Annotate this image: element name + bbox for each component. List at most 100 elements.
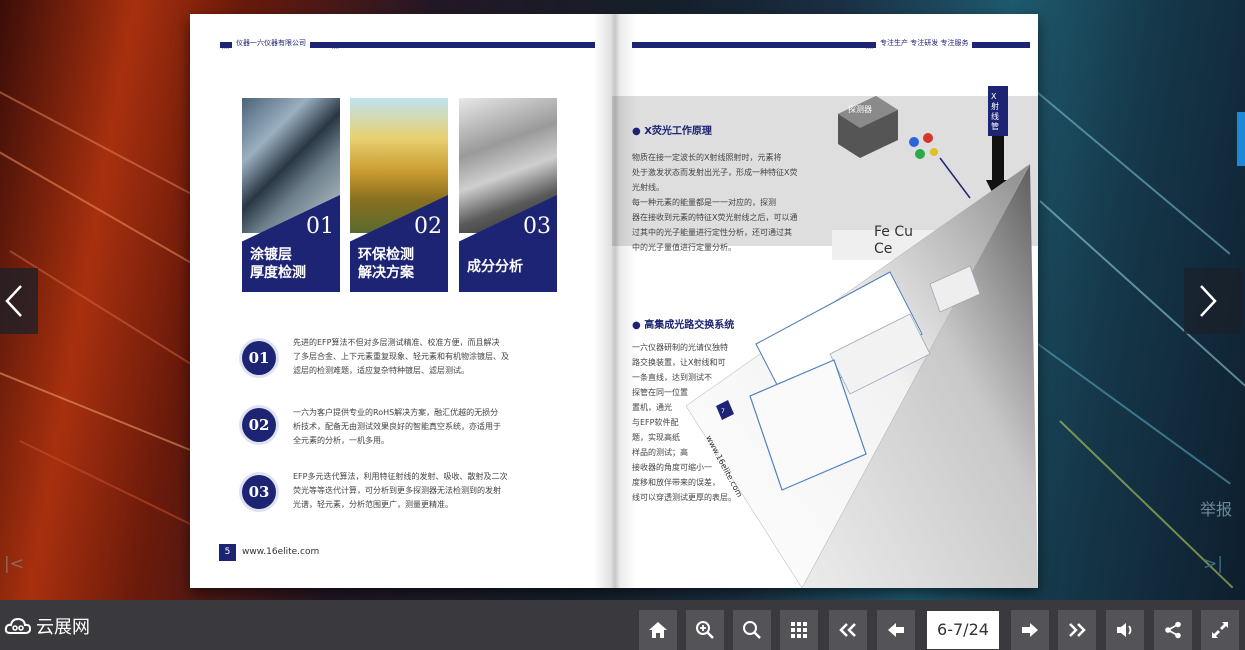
header-slash: \\\\ bbox=[330, 41, 339, 50]
thumbnails-button[interactable] bbox=[780, 610, 818, 650]
paragraph-line: 安全。 bbox=[872, 508, 896, 517]
page-indicator-input[interactable]: 6-7/24 bbox=[927, 611, 999, 649]
paragraph-line: 析样品，及 bbox=[982, 309, 1022, 318]
paragraph-line: 样品的测试；高 bbox=[632, 448, 688, 457]
paragraph-line: 度移和放伴带来的误差， bbox=[632, 478, 720, 487]
header-slash: \\\\ bbox=[864, 41, 873, 50]
step-line: 一六为客户提供专业的RoHS解决方案，融汇优越的无损分 bbox=[293, 408, 499, 417]
left-page: \\\\ 仪器一六仪器有限公司 \\\\ 01 涂镀层厚度检测 02 环保检测解… bbox=[190, 14, 612, 588]
next-page-button[interactable] bbox=[1011, 610, 1049, 650]
paragraph-line: 器在接收到元素的特征X荧光射线之后，可以通 bbox=[632, 213, 798, 222]
arrow-left-icon bbox=[888, 623, 904, 637]
step-line: 了多层合金、上下元素重复现象、轻元素和有机物涂镀层、及 bbox=[293, 352, 509, 361]
arrow-right-icon bbox=[1022, 623, 1038, 637]
prev-page-side-button[interactable] bbox=[0, 268, 38, 334]
step-line: 析技术，配备无由测试效果良好的智能真空系统，亦适用于 bbox=[293, 422, 501, 431]
tile-caption-line: 环保检测 bbox=[358, 247, 414, 263]
header-slogan: 专注生产 专注研发 专注服务 bbox=[876, 38, 973, 48]
zoom-in-button[interactable] bbox=[686, 610, 724, 650]
detector-label: 探测器 bbox=[848, 105, 872, 114]
tube-label: X射线管 bbox=[991, 92, 999, 131]
paragraph-line: 每一种元素的能量都是一一对应的，探测 bbox=[632, 198, 776, 207]
double-right-icon bbox=[1069, 623, 1086, 637]
paragraph-line: 中的丹压部分内置于射线装置 bbox=[872, 463, 976, 472]
step-line: 荧光等等迭代计算，可分析到更多探测器无法检测到的发射 bbox=[293, 486, 501, 495]
home-icon bbox=[649, 622, 667, 638]
paragraph-line: 探管在同一位置 bbox=[632, 388, 688, 397]
next-page-side-button[interactable] bbox=[1184, 268, 1242, 334]
first-page-button[interactable] bbox=[829, 610, 867, 650]
step-badge: 03 bbox=[242, 475, 276, 509]
element-label: Fe Cu bbox=[874, 224, 913, 240]
step-line: 滤层的检测难题，适应复杂特种镀层、滤层测试。 bbox=[293, 366, 469, 375]
paragraph-line: 线管及 bbox=[982, 279, 1006, 288]
brand-name: 云展网 bbox=[36, 617, 90, 638]
section-paragraph: 一六仪器研制的光请仪独特 路交换装置，让X射线和可 一条直线，达到测试不 探管在… bbox=[632, 340, 782, 505]
flipbook[interactable]: \\\\ 仪器一六仪器有限公司 \\\\ 01 涂镀层厚度检测 02 环保检测解… bbox=[190, 14, 1038, 588]
table-cell: 0.04 bbox=[988, 393, 1006, 402]
last-page-mini-button[interactable]: >| bbox=[1203, 554, 1223, 574]
page-number: 5 bbox=[219, 544, 236, 561]
step-badge: 02 bbox=[242, 408, 276, 442]
feature-tile-3: 03 成分分析 bbox=[459, 98, 557, 292]
speaker-icon bbox=[1117, 623, 1132, 637]
last-page-button[interactable] bbox=[1058, 610, 1096, 650]
search-icon bbox=[743, 621, 761, 639]
tile-caption-line: 涂镀层 bbox=[250, 247, 292, 263]
tile-caption-line: 厚度检测 bbox=[250, 265, 306, 281]
paragraph-line: 置机，通光 bbox=[632, 403, 672, 412]
side-panel-tab[interactable] bbox=[1237, 112, 1245, 166]
section-title: ● 高集成光路交换系统 bbox=[632, 320, 735, 331]
step-description: EFP多元迭代算法，利用特征射线的发射、吸收、散射及二次 荧光等等迭代计算，可分… bbox=[293, 470, 525, 512]
table-cell: 4.83 bbox=[900, 393, 918, 402]
double-left-icon bbox=[839, 623, 856, 637]
fullscreen-button[interactable] bbox=[1201, 610, 1239, 650]
share-button[interactable] bbox=[1154, 610, 1192, 650]
header-slash: \\\\ bbox=[220, 41, 229, 50]
step-description: 一六为客户提供专业的RoHS解决方案，融汇优越的无损分 析技术，配备无由测试效果… bbox=[293, 406, 525, 448]
paragraph-line: 中的光子量值进行定量分析。 bbox=[632, 243, 736, 252]
book-spine bbox=[594, 14, 636, 588]
paragraph-line: 与EFP软件配 bbox=[632, 418, 679, 427]
tile-caption: 成分分析 bbox=[467, 258, 523, 276]
first-page-mini-button[interactable]: |< bbox=[4, 554, 24, 574]
step-description: 先进的EFP算法不但对多层测试精准、校准方便，而且解决 了多层合金、上下元素重复… bbox=[293, 336, 525, 378]
paragraph-line: 接收器的角度可缩小一 bbox=[632, 463, 712, 472]
table-cell: 41.11 bbox=[936, 393, 959, 402]
paragraph-line: 物质在接一定波长的X射线照射时，元素将 bbox=[632, 153, 782, 162]
paragraph-line: 光射线。 bbox=[632, 183, 664, 192]
section-paragraph: 物质在接一定波长的X射线照射时，元素将 处于激发状态而发射出光子，形成一种特征X… bbox=[632, 150, 842, 255]
right-page: \\\\ 专注生产 专注研发 专注服务 ● X荧光工作原理 物质在接一定波长的X… bbox=[612, 14, 1038, 588]
tile-number: 01 bbox=[306, 214, 334, 239]
table-cell: Pb(%) bbox=[988, 362, 1012, 371]
paragraph-line: 过其中的光子能量进行定性分析，还可通过其 bbox=[632, 228, 792, 237]
paragraph-fragment: 线管及 适配EFP 析样品，及 bbox=[982, 276, 1038, 321]
share-icon bbox=[1165, 621, 1181, 639]
zoom-in-icon bbox=[696, 621, 714, 639]
header-company: 仪器一六仪器有限公司 bbox=[232, 38, 310, 48]
tile-caption-line: 成分分析 bbox=[467, 259, 523, 275]
paragraph-line: 适配EFP bbox=[982, 294, 1013, 303]
step-line: 先进的EFP算法不但对多层测试精准、校准方便，而且解决 bbox=[293, 338, 500, 347]
brand-logo[interactable]: 云展网 bbox=[4, 614, 90, 638]
paragraph-line: 路交换装置，让X射线和可 bbox=[632, 358, 726, 367]
step-line: EFP多元迭代算法，利用特征射线的发射、吸收、散射及二次 bbox=[293, 472, 508, 481]
sound-button[interactable] bbox=[1106, 610, 1144, 650]
footer-url: www.16elite.com bbox=[242, 547, 320, 557]
chevron-right-icon bbox=[1200, 285, 1217, 317]
report-link[interactable]: 举报 bbox=[1200, 496, 1232, 520]
feature-tile-2: 02 环保检测 解决方案 bbox=[350, 98, 448, 292]
home-button[interactable] bbox=[639, 610, 677, 650]
table-cell: Zn(%) bbox=[936, 362, 961, 371]
flip-page-number: 7 bbox=[721, 408, 725, 415]
chevron-left-icon bbox=[5, 285, 22, 317]
tile-caption: 涂镀层 厚度检测 bbox=[250, 246, 306, 282]
step-line: 全元素的分析，一机多用。 bbox=[293, 436, 389, 445]
tile-number: 03 bbox=[523, 214, 551, 239]
search-button[interactable] bbox=[733, 610, 771, 650]
cloud-icon bbox=[4, 617, 32, 634]
result-table-row: 41.11 0.04 bbox=[928, 384, 1024, 412]
section-title: ● X荧光工作原理 bbox=[632, 126, 712, 137]
step-line: 光谱，轻元素，分析范围更广，测量更精准。 bbox=[293, 500, 453, 509]
prev-page-button[interactable] bbox=[877, 610, 915, 650]
